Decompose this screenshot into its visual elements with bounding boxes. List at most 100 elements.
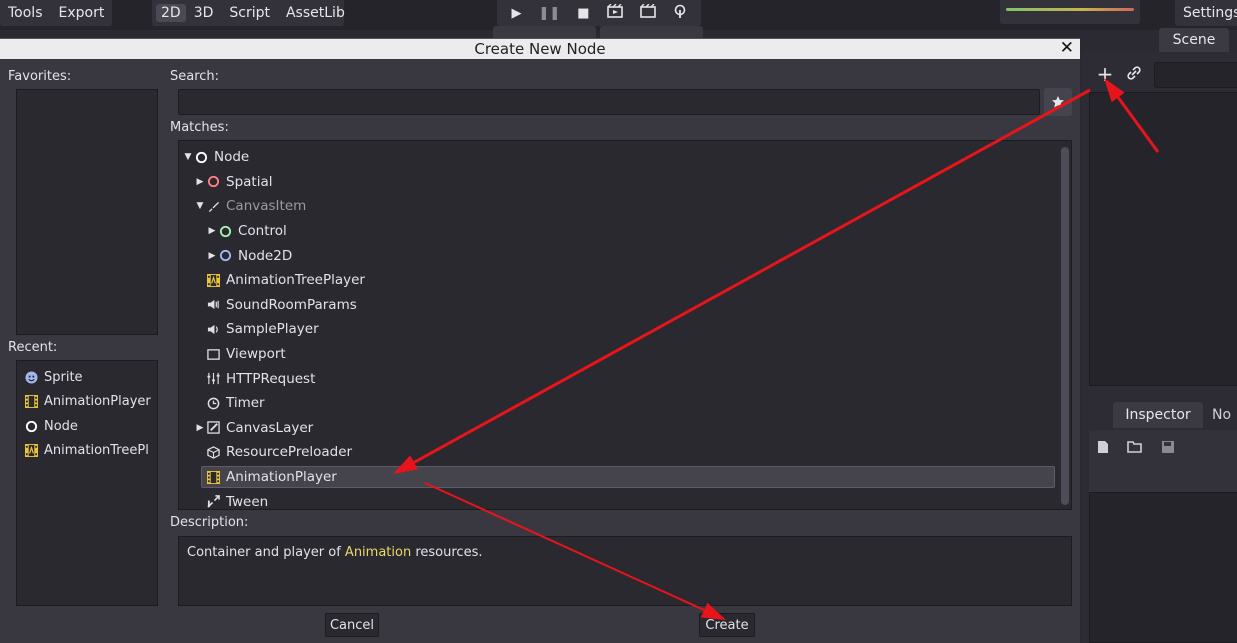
match-item-canvaslayer[interactable]: ▶ CanvasLayer xyxy=(179,416,1071,441)
play-scene-icon[interactable] xyxy=(606,3,623,22)
sound-room-params-icon xyxy=(207,300,219,310)
canvas-item-icon xyxy=(208,201,220,213)
match-item-animationtreeplayer[interactable]: AnimationTreePlayer xyxy=(179,268,1071,293)
favorites-list[interactable] xyxy=(16,89,158,335)
match-item-label: Timer xyxy=(226,395,265,412)
view-script-button[interactable]: Script xyxy=(221,5,278,21)
match-item-label: SamplePlayer xyxy=(226,321,319,338)
match-item-label: Control xyxy=(238,223,287,240)
match-item-resourcepreloader[interactable]: ResourcePreloader xyxy=(179,440,1071,465)
match-item-tween[interactable]: Tween xyxy=(179,489,1071,510)
inspector-property-panel xyxy=(1089,492,1237,643)
view-2d-button[interactable]: 2D xyxy=(156,4,186,22)
matches-scrollbar[interactable] xyxy=(1061,147,1069,505)
star-icon xyxy=(1052,96,1064,108)
match-item-label: Tween xyxy=(226,493,269,510)
match-item-label: Node2D xyxy=(238,247,293,264)
tween-icon xyxy=(207,495,220,508)
stop-icon[interactable]: ■ xyxy=(577,6,589,21)
node2d-icon xyxy=(219,250,232,262)
match-item-label: Viewport xyxy=(226,346,286,363)
collapse-arrow-icon[interactable]: ▶ xyxy=(195,423,205,433)
tab-scene[interactable]: Scene xyxy=(1159,28,1229,52)
favorite-star-button[interactable] xyxy=(1044,88,1072,116)
cancel-button[interactable]: Cancel xyxy=(325,613,379,637)
recent-item-animationplayer[interactable]: AnimationPlayer xyxy=(17,390,157,415)
description-link[interactable]: Animation xyxy=(345,545,411,560)
animation-tree-player-icon xyxy=(207,273,220,287)
tab-inspector[interactable]: Inspector xyxy=(1113,402,1203,428)
collapse-arrow-icon[interactable]: ▶ xyxy=(207,251,217,261)
match-item-soundroomparams[interactable]: SoundRoomParams xyxy=(179,293,1071,318)
export-menu[interactable]: Export xyxy=(51,5,113,21)
spatial-icon xyxy=(207,176,220,188)
match-item-canvasitem[interactable]: ▼ CanvasItem xyxy=(179,194,1071,219)
recent-item-label: AnimationPlayer xyxy=(44,394,151,410)
viewport-icon xyxy=(207,348,220,360)
audio-meter-level xyxy=(1006,8,1134,11)
match-item-label: Spatial xyxy=(226,173,273,190)
match-item-label: AnimationTreePlayer xyxy=(226,272,365,289)
new-resource-icon[interactable] xyxy=(1097,440,1109,458)
settings-menu[interactable]: Settings xyxy=(1175,0,1237,26)
recent-item-sprite[interactable]: Sprite xyxy=(17,365,157,390)
description-text-before: Container and player of xyxy=(187,545,345,560)
match-item-timer[interactable]: Timer xyxy=(179,391,1071,416)
match-item-httprequest[interactable]: HTTPRequest xyxy=(179,366,1071,391)
close-icon[interactable]: ✕ xyxy=(1060,38,1074,59)
node-icon xyxy=(195,151,208,163)
sprite-icon xyxy=(25,371,38,384)
add-node-icon[interactable]: + xyxy=(1096,64,1114,84)
audio-meter xyxy=(1000,0,1140,24)
match-item-sampleplayer[interactable]: SamplePlayer xyxy=(179,317,1071,342)
pause-icon[interactable]: ❚❚ xyxy=(538,6,560,21)
recent-item-node[interactable]: Node xyxy=(17,414,157,439)
tools-menu[interactable]: Tools xyxy=(0,5,51,21)
recent-item-label: Node xyxy=(44,418,78,434)
search-input[interactable] xyxy=(178,89,1040,115)
tab-node[interactable]: No xyxy=(1212,402,1231,428)
view-assetlib-button[interactable]: AssetLib xyxy=(278,5,353,21)
match-item-viewport[interactable]: Viewport xyxy=(179,342,1071,367)
matches-label: Matches: xyxy=(170,120,229,135)
match-item-label: CanvasLayer xyxy=(226,419,314,436)
recent-item-label: Sprite xyxy=(44,369,83,385)
scene-filter-input[interactable] xyxy=(1154,62,1237,88)
sample-player-icon xyxy=(207,324,218,335)
recent-label: Recent: xyxy=(8,340,58,355)
favorites-label: Favorites: xyxy=(8,69,72,84)
expand-arrow-icon[interactable]: ▼ xyxy=(195,201,205,211)
play-custom-icon[interactable] xyxy=(639,3,656,22)
match-item-animationplayer[interactable]: AnimationPlayer xyxy=(179,465,1071,490)
create-button[interactable]: Create xyxy=(699,613,755,637)
match-item-label: CanvasItem xyxy=(226,198,307,215)
match-item-node[interactable]: ▼ Node xyxy=(179,145,1071,170)
match-item-node2d[interactable]: ▶ Node2D xyxy=(179,243,1071,268)
view-3d-button[interactable]: 3D xyxy=(186,5,222,21)
match-item-label: HTTPRequest xyxy=(226,370,316,387)
expand-arrow-icon[interactable]: ▼ xyxy=(183,152,193,162)
animation-player-icon xyxy=(207,470,220,484)
match-item-control[interactable]: ▶ Control xyxy=(179,219,1071,244)
link-icon[interactable] xyxy=(1127,66,1141,84)
collapse-arrow-icon[interactable]: ▶ xyxy=(207,226,217,236)
collapse-arrow-icon[interactable]: ▶ xyxy=(195,177,205,187)
recent-item-animationtreeplayer[interactable]: AnimationTreePl xyxy=(17,439,157,464)
scene-tree-panel[interactable] xyxy=(1089,92,1237,386)
save-resource-icon[interactable] xyxy=(1161,440,1175,458)
play-icon[interactable]: ▶ xyxy=(511,6,521,21)
http-request-icon xyxy=(207,373,220,385)
create-new-node-dialog: Create New Node ✕ Favorites: Recent: Spr… xyxy=(0,38,1080,643)
remote-icon[interactable] xyxy=(673,4,687,22)
inspector-toolbar xyxy=(1097,440,1175,458)
animation-tree-player-icon xyxy=(25,444,38,458)
match-item-label: ResourcePreloader xyxy=(226,444,353,461)
match-item-spatial[interactable]: ▶ Spatial xyxy=(179,170,1071,195)
description-label: Description: xyxy=(170,515,249,530)
timer-icon xyxy=(207,397,220,410)
settings-label: Settings xyxy=(1183,5,1237,21)
match-item-label: AnimationPlayer xyxy=(226,469,337,486)
description-text-after: resources. xyxy=(411,545,483,560)
open-resource-icon[interactable] xyxy=(1127,440,1143,458)
animation-player-icon xyxy=(25,395,38,409)
